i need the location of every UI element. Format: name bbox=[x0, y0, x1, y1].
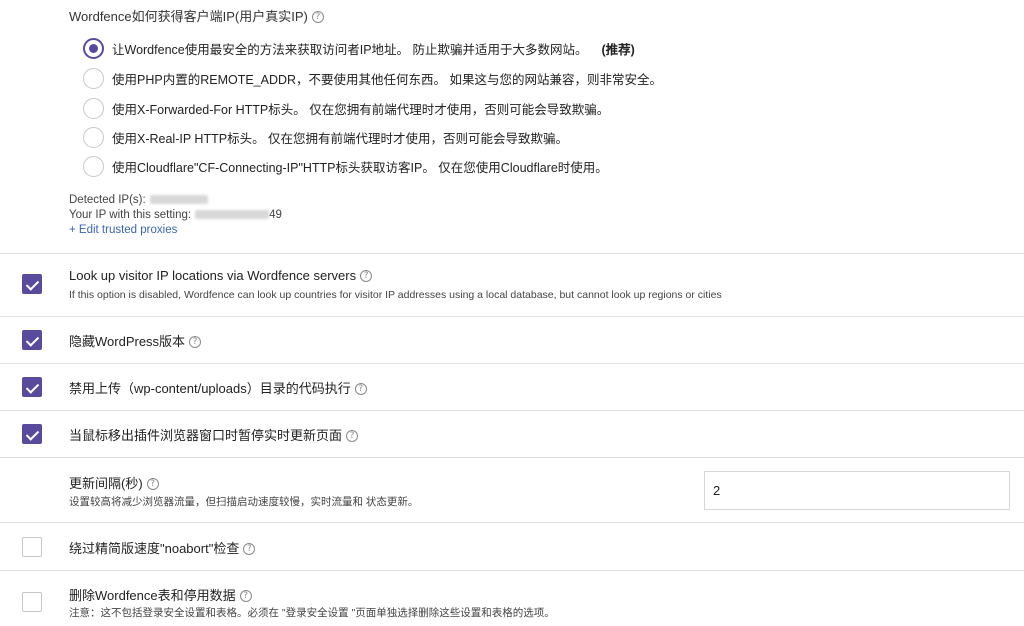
option-title: 更新间隔(秒) bbox=[69, 476, 143, 491]
option-row-delete-tables: 删除Wordfence表和停用数据? 注意：这不包括登录安全设置和表格。必须在 … bbox=[0, 571, 1024, 626]
help-icon[interactable]: ? bbox=[311, 10, 324, 23]
radio-button[interactable] bbox=[83, 97, 104, 119]
option-title: 当鼠标移出插件浏览器窗口时暂停实时更新页面 bbox=[69, 428, 343, 443]
bypass-noabort-checkbox[interactable] bbox=[22, 537, 42, 557]
help-icon[interactable]: ? bbox=[360, 269, 373, 282]
option-row-pause-live-updates: 当鼠标移出插件浏览器窗口时暂停实时更新页面? bbox=[0, 411, 1024, 458]
detected-ips: Detected IP(s): bbox=[69, 194, 208, 206]
option-title: 删除Wordfence表和停用数据 bbox=[69, 588, 236, 603]
option-row-hide-wp-version: 隐藏WordPress版本? bbox=[0, 317, 1024, 364]
redacted-ip bbox=[149, 195, 208, 205]
option-title: 隐藏WordPress版本 bbox=[69, 334, 186, 349]
edit-trusted-proxies-link[interactable]: + Edit trusted proxies bbox=[69, 224, 177, 236]
option-row-ip-lookup: Look up visitor IP locations via Wordfen… bbox=[0, 254, 1024, 317]
option-description: 设置较高将减少浏览器流量，但扫描启动速度较慢，实时流量和 状态更新。 bbox=[69, 496, 419, 508]
ip-option-x-real-ip[interactable]: 使用X-Real-IP HTTP标头。 仅在您拥有前端代理时才使用，否则可能会导… bbox=[83, 125, 568, 149]
ip-detection-section: Wordfence如何获得客户端IP(用户真实IP)? 让Wordfence使用… bbox=[0, 0, 1024, 254]
ip-option-x-forwarded-for[interactable]: 使用X-Forwarded-For HTTP标头。 仅在您拥有前端代理时才使用，… bbox=[83, 96, 609, 120]
delete-tables-checkbox[interactable] bbox=[22, 592, 42, 612]
ip-option-remote-addr[interactable]: 使用PHP内置的REMOTE_ADDR，不要使用其他任何东西。 如果这与您的网站… bbox=[83, 66, 662, 90]
your-ip: Your IP with this setting: 49 bbox=[69, 209, 282, 221]
help-icon[interactable]: ? bbox=[243, 542, 256, 555]
radio-button[interactable] bbox=[83, 126, 104, 148]
help-icon[interactable]: ? bbox=[146, 477, 159, 490]
ip-lookup-checkbox[interactable] bbox=[22, 274, 42, 294]
ip-option-cloudflare[interactable]: 使用Cloudflare"CF-Connecting-IP"HTTP标头获取访客… bbox=[83, 154, 608, 178]
disable-uploads-exec-checkbox[interactable] bbox=[22, 377, 42, 397]
radio-button[interactable] bbox=[83, 67, 104, 89]
ip-option-secure[interactable]: 让Wordfence使用最安全的方法来获取访问者IP地址。 防止欺骗并适用于大多… bbox=[83, 36, 635, 60]
option-row-disable-uploads-exec: 禁用上传（wp-content/uploads）目录的代码执行? bbox=[0, 364, 1024, 411]
update-interval-input[interactable] bbox=[704, 471, 1010, 510]
recommended-badge: (推荐) bbox=[601, 42, 635, 57]
hide-wp-version-checkbox[interactable] bbox=[22, 330, 42, 350]
help-icon[interactable]: ? bbox=[354, 382, 367, 395]
option-title: 禁用上传（wp-content/uploads）目录的代码执行 bbox=[69, 381, 351, 396]
option-row-bypass-noabort: 绕过精简版速度"noabort"检查? bbox=[0, 523, 1024, 571]
option-title: 绕过精简版速度"noabort"检查 bbox=[69, 541, 240, 556]
radio-button-checked[interactable] bbox=[83, 37, 104, 59]
help-icon[interactable]: ? bbox=[346, 429, 359, 442]
ip-section-title: Wordfence如何获得客户端IP(用户真实IP)? bbox=[69, 6, 324, 25]
help-icon[interactable]: ? bbox=[189, 335, 202, 348]
redacted-ip bbox=[195, 210, 270, 220]
option-description: 注意：这不包括登录安全设置和表格。必须在 "登录安全设置 "页面单独选择删除这些… bbox=[69, 607, 555, 619]
pause-live-updates-checkbox[interactable] bbox=[22, 424, 42, 444]
option-title: Look up visitor IP locations via Wordfen… bbox=[69, 268, 357, 283]
option-description: If this option is disabled, Wordfence ca… bbox=[69, 289, 722, 301]
help-icon[interactable]: ? bbox=[239, 589, 252, 602]
radio-button[interactable] bbox=[83, 155, 104, 177]
